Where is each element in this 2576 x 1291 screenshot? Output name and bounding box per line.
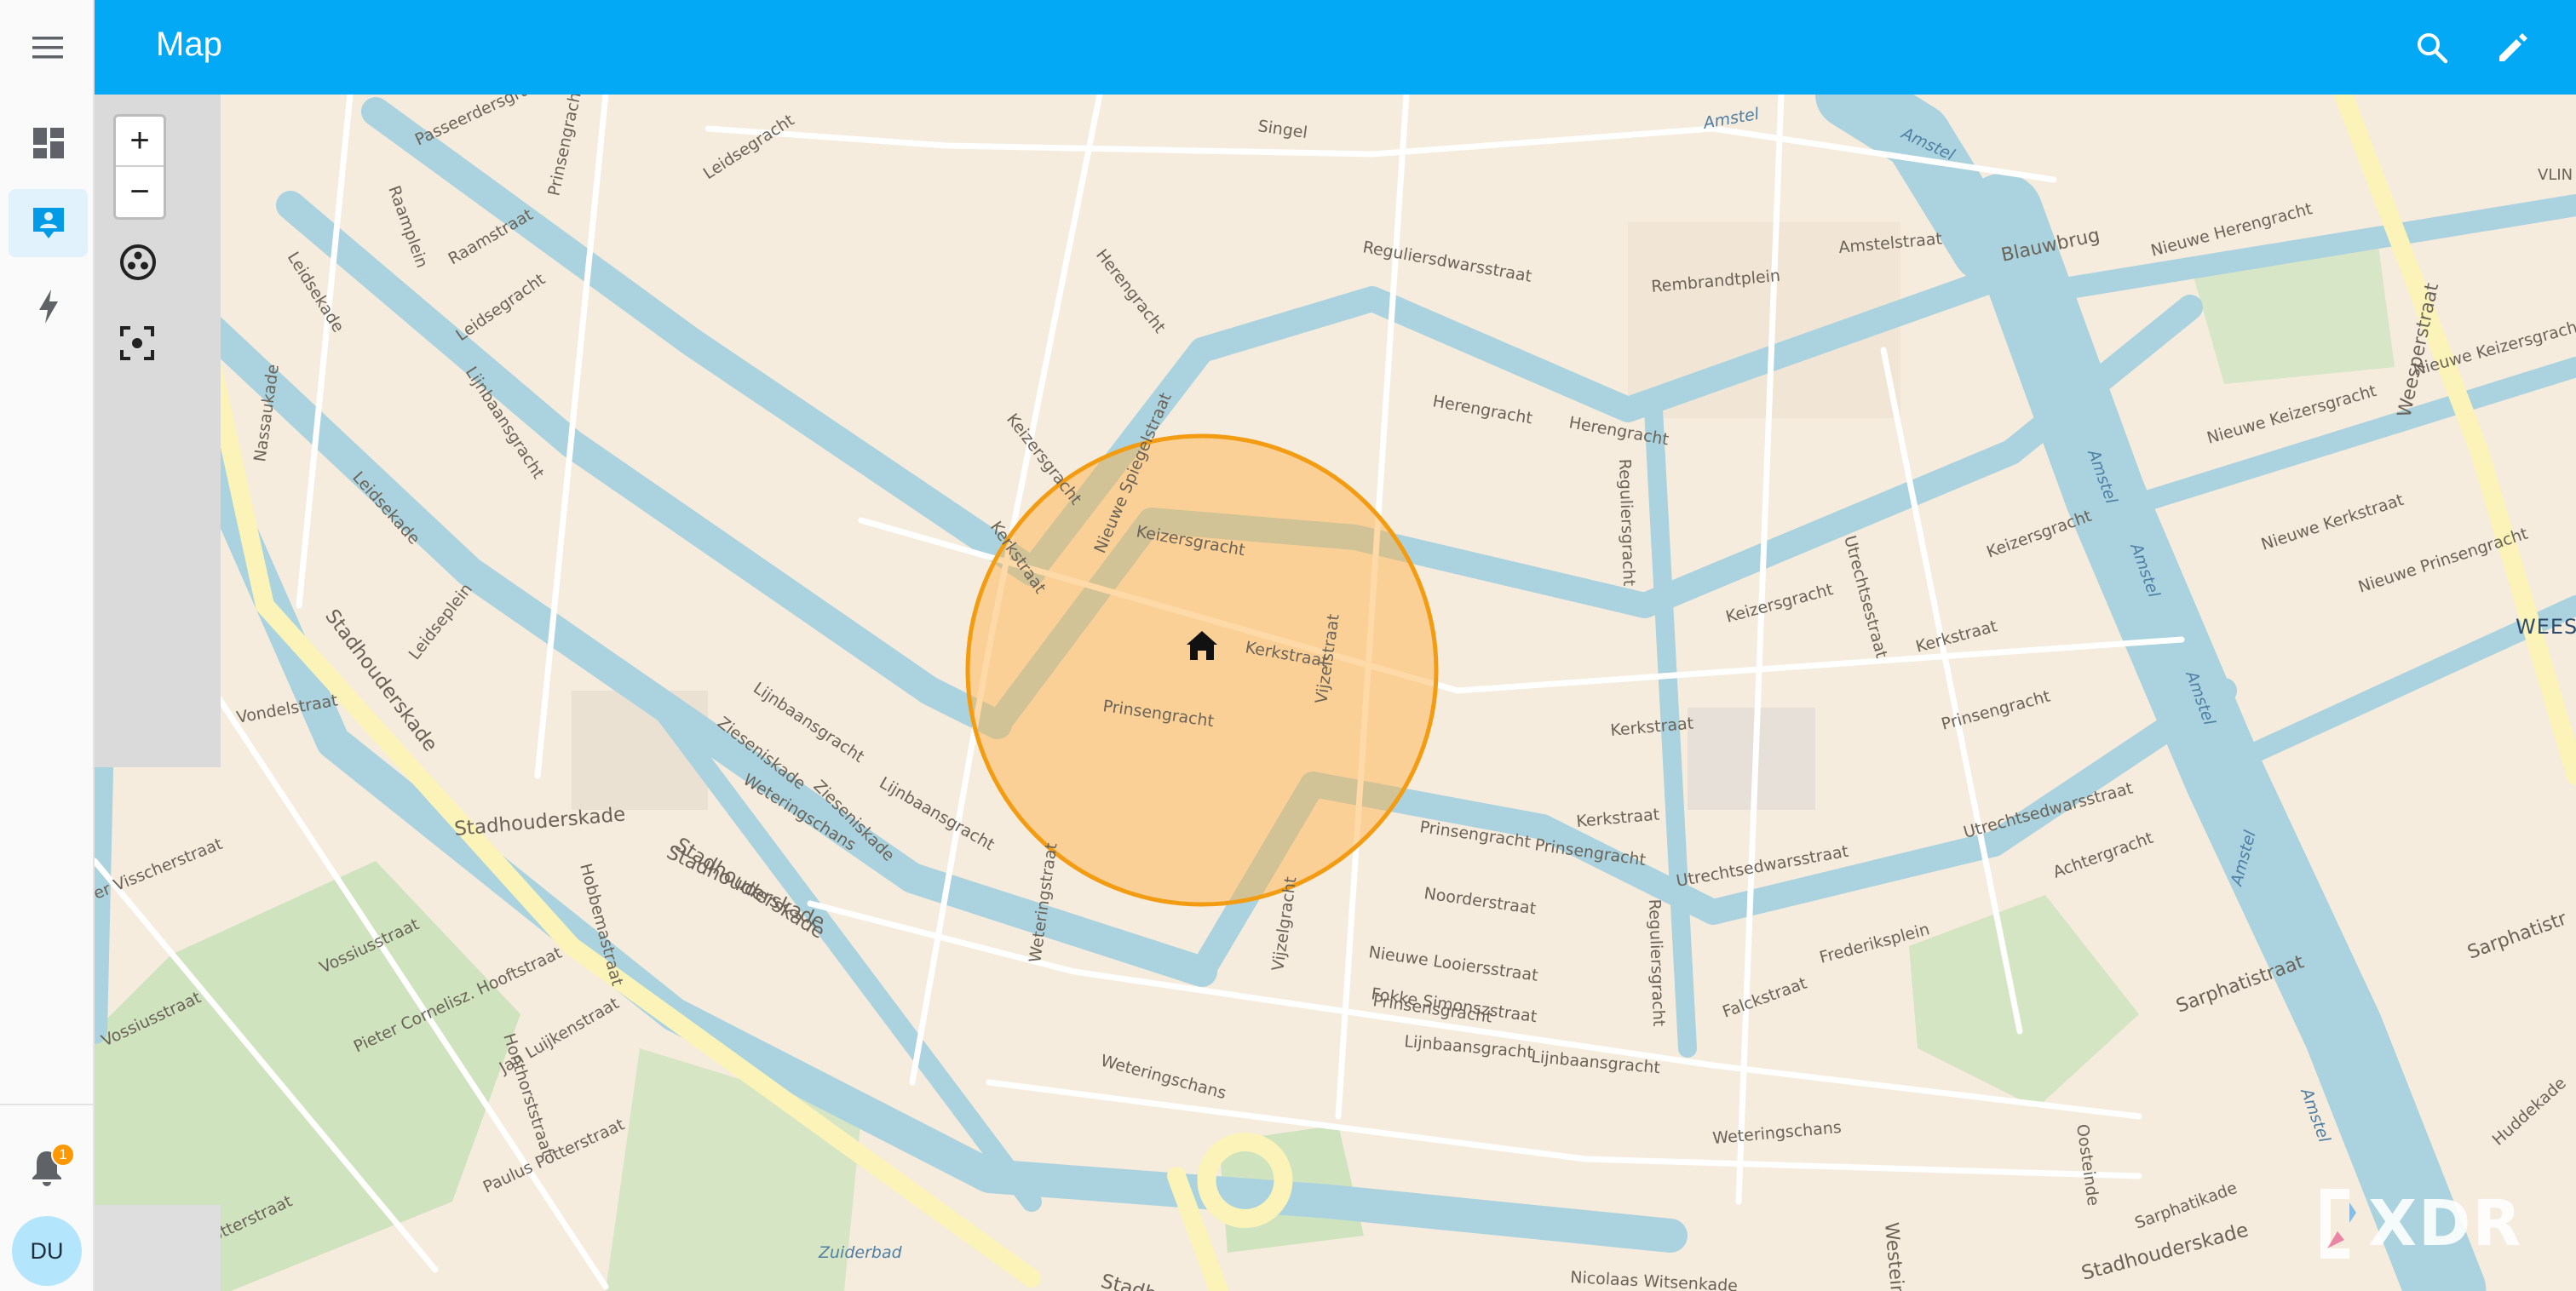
street-label: Leidsegracht [452, 270, 549, 345]
sidebar: 1 DU [0, 0, 95, 1291]
street-label: Nieuwe Looiersstraat [1367, 943, 1539, 985]
lightning-icon [38, 290, 58, 324]
street-label: Prinsengracht [544, 95, 586, 198]
notification-badge: 1 [51, 1143, 75, 1167]
street-label: Achtergracht [2050, 829, 2155, 882]
district-label: WEES [2516, 615, 2576, 639]
street-label: Reguliersdwarsstraat [1361, 238, 1533, 286]
sidebar-item-overview[interactable] [9, 109, 88, 177]
street-label: Noorderstraat [1423, 884, 1537, 918]
fit-map-button[interactable] [118, 324, 163, 369]
street-label: Lijnbaansgracht [877, 773, 998, 854]
group-circle-icon [120, 244, 156, 280]
xdr-logo-icon [2320, 1189, 2356, 1259]
street-label: Raamstraat [446, 205, 537, 268]
park-frederiksplein [1909, 895, 2139, 1108]
zoom-in-button[interactable]: + [116, 117, 164, 167]
street-label: Sarphatistr [2465, 908, 2571, 963]
notifications-button[interactable]: 1 [21, 1138, 75, 1197]
zoom-controls: + − [113, 114, 166, 220]
street-label: Utrechtsestraat [1840, 534, 1891, 661]
focus-center-icon [120, 326, 154, 360]
street-label: Weteringschans [1712, 1118, 1843, 1148]
street-label: Passeerdersgracht [412, 95, 556, 150]
pencil-icon [2499, 33, 2527, 61]
street-label: Herengracht [1092, 246, 1169, 337]
street-label: Stadhouderskade [1098, 1271, 1269, 1291]
zoom-out-button[interactable]: − [116, 167, 164, 217]
page-title: Map [156, 26, 222, 63]
district-label: VLIN [2538, 166, 2573, 184]
street-label: Singel [1256, 117, 1308, 142]
street-label: er Visscherstraat [95, 835, 225, 904]
street-label: Keizersgracht [1984, 507, 2094, 562]
search-icon [2418, 33, 2448, 64]
app-header: Map [95, 0, 2576, 95]
street-label: Reguliersgracht [1615, 458, 1638, 586]
toggle-entities-button[interactable] [118, 243, 163, 287]
street-label: Falckstraat [1720, 974, 1809, 1022]
street-label: Westeinde [1880, 1221, 1910, 1291]
xdr-watermark: XDR [2315, 1187, 2562, 1264]
street-label: Leidseplein [405, 580, 476, 663]
street-label: Nicolaas Witsenkade [1570, 1268, 1739, 1291]
street-label: Raamplein [384, 183, 431, 270]
dashboard-icon [32, 128, 64, 158]
street-label: Stadhouderskade [2079, 1219, 2251, 1285]
street-label: Nieuwe Kerkstraat [2259, 491, 2406, 554]
map-view[interactable]: Singel Passeerdersgracht Leidsegracht Ra… [95, 95, 2576, 1291]
watermark-text: XDR [2368, 1187, 2523, 1260]
street-label: Reguliersgracht [1645, 898, 1668, 1026]
street-label: Kerkstraat [1610, 714, 1694, 740]
street-label: Utrechtsedwarsstraat [1962, 779, 2136, 842]
sidebar-item-map[interactable] [9, 189, 88, 257]
hamburger-icon [32, 36, 63, 58]
street-label: Keizersgracht [1003, 410, 1085, 508]
street-label: Keizersgracht [1724, 580, 1836, 627]
map-side-overlay-bottom [95, 1205, 221, 1291]
street-label: Kerkstraat [1576, 806, 1660, 831]
street-label: Leidsegracht [700, 111, 798, 183]
water-label: Zuiderbad [818, 1243, 903, 1262]
search-button[interactable] [2406, 21, 2458, 74]
street-label: Herengracht [1431, 392, 1534, 427]
street-label: Huddekade [2489, 1074, 2570, 1150]
home-zone-circle[interactable] [965, 433, 1439, 907]
street-label: Weteringschans [1099, 1052, 1228, 1104]
sidebar-divider [0, 1104, 95, 1105]
menu-button[interactable] [0, 0, 95, 95]
sidebar-item-energy[interactable] [9, 273, 88, 341]
person-map-icon [32, 208, 64, 238]
map-tiles: Singel Passeerdersgracht Leidsegracht Ra… [95, 95, 2576, 1291]
street-label: Oosteinde [2073, 1123, 2102, 1208]
user-avatar[interactable]: DU [12, 1216, 82, 1286]
edit-button[interactable] [2487, 21, 2539, 74]
street-label: Stadhouderskade [453, 804, 626, 841]
